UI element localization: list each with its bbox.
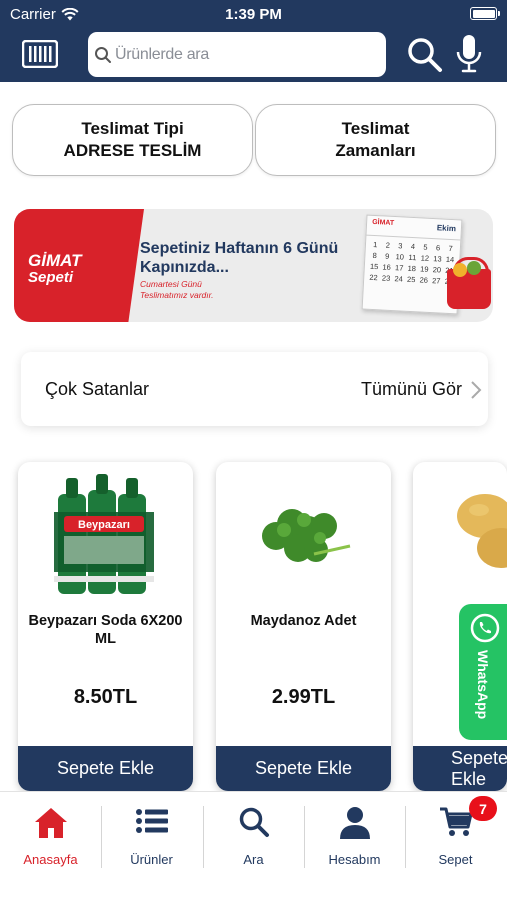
- add-to-cart-button[interactable]: Sepete Ekle: [18, 746, 193, 791]
- user-icon: [339, 807, 370, 839]
- calendar-day: 27: [431, 276, 441, 286]
- calendar-day: 22: [369, 272, 378, 283]
- calendar-day: 11: [408, 252, 417, 263]
- calendar-logo: GİMAT: [371, 218, 395, 228]
- calendar-day: 13: [433, 254, 442, 264]
- search-icon[interactable]: [406, 36, 444, 74]
- search-icon: [239, 807, 269, 837]
- calendar-day: 3: [398, 241, 403, 251]
- calendar-day: 26: [419, 275, 429, 285]
- search-placeholder: Ürünlerde ara: [115, 45, 209, 63]
- clock: 1:39 PM: [225, 6, 282, 23]
- calendar-day: 2: [385, 240, 391, 250]
- calendar-day: 18: [407, 263, 417, 274]
- tab-label: Hesabım: [328, 852, 381, 867]
- delivery-type-value: ADRESE TESLİM: [63, 141, 202, 160]
- banner-subtext-line2: Teslimatımız vardır.: [140, 290, 214, 300]
- calendar-day: 10: [395, 252, 405, 262]
- calendar-day: 9: [384, 251, 390, 261]
- product-name: Maydanoz Adet: [250, 613, 357, 629]
- brand-label: Beypazarı: [78, 519, 130, 531]
- calendar-day: 17: [394, 263, 404, 273]
- calendar-day: 23: [381, 273, 391, 283]
- product-card[interactable]: Maydanoz Adet 2.99TL Sepete Ekle: [216, 462, 391, 791]
- calendar-day: 8: [372, 250, 378, 261]
- product-name: Beypazarı Soda 6X200 ML: [28, 613, 183, 647]
- tab-products[interactable]: Ürünler: [101, 806, 202, 868]
- banner-logo-subtext: Sepeti: [28, 269, 74, 286]
- whatsapp-label: WhatsApp: [475, 650, 491, 720]
- product-price: 8.50TL: [73, 686, 138, 708]
- microphone-icon[interactable]: [455, 34, 483, 74]
- calendar-day: 7: [448, 243, 453, 254]
- product-card[interactable]: Beypazarı Beypazarı Soda 6X200 ML 8.50TL…: [18, 462, 193, 791]
- cart-icon: [439, 807, 472, 836]
- best-sellers-header: Çok Satanlar Tümünü Gör: [21, 352, 488, 426]
- soda-pack-image: Beypazarı: [54, 474, 154, 594]
- add-to-cart-button[interactable]: Sepete Ekle: [216, 746, 391, 791]
- tab-label: Sepet: [438, 852, 473, 867]
- delivery-times-line2: Zamanları: [335, 141, 416, 160]
- see-all-link[interactable]: Tümünü Gör: [361, 379, 462, 400]
- calendar-day: 5: [423, 242, 428, 252]
- calendar-days: 1234567891011121314151617181920212223242…: [364, 236, 460, 291]
- calendar-day: 24: [394, 274, 404, 284]
- calendar-day: 15: [369, 261, 379, 272]
- delivery-times-button[interactable]: Teslimat Zamanları: [255, 104, 496, 176]
- barcode-icon[interactable]: [22, 40, 58, 68]
- calendar-day: 12: [420, 253, 430, 263]
- banner-logo-text: GİMAT: [28, 251, 82, 270]
- calendar-day: 4: [410, 241, 416, 252]
- basket-produce-orange: [453, 263, 467, 277]
- list-icon: [135, 809, 168, 833]
- search-input[interactable]: Ürünlerde ara: [88, 32, 386, 77]
- status-bar: Carrier 1:39 PM: [0, 0, 507, 28]
- parsley-image: [262, 509, 351, 562]
- home-icon: [34, 808, 67, 838]
- tab-search[interactable]: Ara: [203, 806, 304, 868]
- tab-label: Ürünler: [130, 852, 173, 867]
- chevron-right-icon[interactable]: [470, 380, 482, 400]
- shopping-basket-icon: [447, 257, 491, 309]
- section-title: Çok Satanlar: [45, 379, 150, 399]
- tab-home[interactable]: Anasayfa: [0, 806, 101, 868]
- basket-produce-green: [467, 261, 481, 275]
- delivery-type-label: Teslimat Tipi: [81, 119, 184, 138]
- promo-banner[interactable]: GİMAT Sepeti Sepetiniz Haftanın 6 Günü K…: [14, 209, 493, 322]
- tab-cart[interactable]: 7 Sepet: [405, 796, 506, 868]
- calendar-day: 1: [372, 239, 378, 250]
- calendar-day: 20: [432, 265, 442, 275]
- calendar-day: 25: [406, 274, 416, 285]
- calendar-month: Ekim: [436, 223, 457, 234]
- delivery-times-line1: Teslimat: [341, 119, 410, 138]
- delivery-type-button[interactable]: Teslimat Tipi ADRESE TESLİM: [12, 104, 253, 176]
- tab-account[interactable]: Hesabım: [304, 806, 405, 868]
- tab-label: Ara: [243, 852, 264, 867]
- whatsapp-icon: [470, 613, 500, 643]
- potato-image: [457, 494, 507, 568]
- search-field-icon: [95, 46, 111, 63]
- add-to-cart-button[interactable]: Sepete Ekle: [413, 746, 507, 791]
- cart-count-badge: 7: [469, 796, 497, 821]
- product-price: 2.99TL: [271, 686, 336, 708]
- tab-label: Anasayfa: [23, 852, 78, 867]
- bottom-tab-bar: Anasayfa Ürünler Ara Hesabım 7 Sepet: [0, 791, 507, 900]
- top-header: Ürünlerde ara: [0, 28, 507, 82]
- calendar-day: 6: [435, 243, 441, 253]
- calendar-day: 19: [419, 264, 429, 274]
- banner-subtext-line1: Cumartesi Günü: [140, 279, 202, 289]
- whatsapp-button[interactable]: WhatsApp: [459, 604, 507, 740]
- calendar-day: 16: [382, 262, 392, 272]
- banner-subtext: Cumartesi Günü Teslimatımız vardır.: [140, 279, 214, 301]
- battery-icon: [470, 7, 500, 20]
- banner-headline: Sepetiniz Haftanın 6 Günü Kapınızda...: [140, 240, 339, 276]
